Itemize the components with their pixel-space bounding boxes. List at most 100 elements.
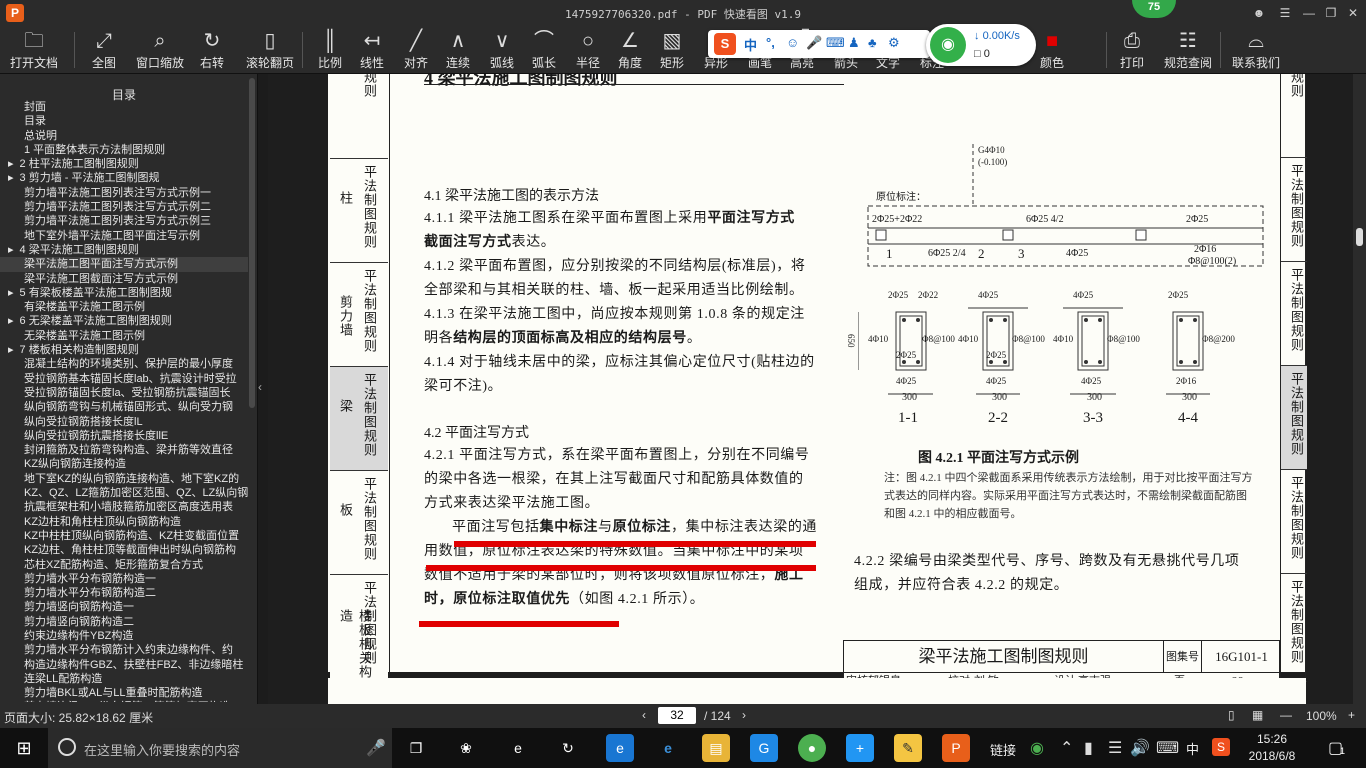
toolbar-zoomwin-button[interactable]: ⌕ 窗口缩放 bbox=[136, 26, 184, 74]
continuous-page-icon[interactable]: ▦ bbox=[1252, 708, 1263, 722]
toc-item[interactable]: 芯柱XZ配筋构造、矩形箍筋复合方式 bbox=[0, 558, 248, 572]
ime-punct[interactable]: °, bbox=[766, 35, 775, 50]
scroll-thumb[interactable] bbox=[1356, 228, 1363, 246]
page-input[interactable]: 32 bbox=[658, 707, 696, 724]
toc-item[interactable]: 受拉钢筋基本锚固长度lab、抗震设计时受拉 bbox=[0, 372, 248, 386]
ime-indicator[interactable]: 中 bbox=[1186, 739, 1199, 758]
network-speed-widget[interactable]: ◉ ↓ 0.00K/s □ 0 bbox=[926, 24, 1036, 66]
tray-link-label[interactable]: 链接 bbox=[990, 740, 1016, 759]
scroll-thumb[interactable] bbox=[249, 78, 255, 408]
toc-item[interactable]: 1 平面整体表示方法制图规则 bbox=[0, 143, 248, 157]
right-tab[interactable]: 规则 bbox=[1281, 74, 1307, 158]
left-tab[interactable]: 楼板相关构造 平法制图规则 bbox=[330, 575, 388, 682]
document-viewer[interactable]: 规则柱平法制图规则 剪力墙 平法制图规则梁平法制图规则板平法制图规则 楼板相关构造 平法… bbox=[268, 74, 1353, 704]
explorer-icon[interactable]: ▤ bbox=[702, 734, 730, 762]
close-button[interactable]: ✕ bbox=[1344, 4, 1362, 22]
expand-icon[interactable]: ▸ bbox=[8, 344, 14, 356]
left-tab[interactable]: 板平法制图规则 bbox=[330, 471, 388, 575]
toolbar-open-button[interactable]: 🗀 打开文档 bbox=[10, 26, 58, 74]
next-page-button[interactable]: › bbox=[742, 708, 746, 722]
pdf-viewer-taskbar-icon[interactable]: P bbox=[942, 734, 970, 762]
toc-item[interactable]: ▸ 7 楼板相关构造制图规则 bbox=[0, 343, 248, 357]
edge-icon[interactable]: e bbox=[606, 734, 634, 762]
expand-icon[interactable]: ▸ bbox=[8, 158, 14, 170]
toc-item[interactable]: 目录 bbox=[0, 114, 248, 128]
toc-item[interactable]: 剪力墙竖向钢筋构造二 bbox=[0, 615, 248, 629]
tray-expand-icon[interactable]: ⌃ bbox=[1060, 738, 1073, 758]
toolbar-contact-button[interactable]: ⌓ 联系我们 bbox=[1232, 26, 1280, 74]
toolbar-continuous-button[interactable]: ∧ 连续 bbox=[446, 26, 470, 74]
toc-item[interactable]: 剪力墙连梁LLK纵向钢筋、箍筋加密区构造 bbox=[0, 700, 248, 702]
tools-icon[interactable]: ⚙ bbox=[888, 35, 900, 51]
toolbar-rotate-button[interactable]: ↻ 右转 bbox=[200, 26, 224, 74]
toc-item[interactable]: KZ、QZ、LZ箍筋加密区范围、QZ、LZ纵向钢 bbox=[0, 486, 248, 500]
toolbar-scale-button[interactable]: ║ 比例 bbox=[318, 26, 342, 74]
expand-icon[interactable]: ▸ bbox=[8, 172, 14, 184]
toc-item[interactable]: 纵向受拉钢筋抗震搭接长度llE bbox=[0, 429, 248, 443]
app-icon[interactable]: G bbox=[750, 734, 778, 762]
toolbar-polyline-button[interactable]: ∨ 弧线 bbox=[490, 26, 514, 74]
fan-app-icon[interactable]: ❀ bbox=[452, 734, 480, 762]
toc-item[interactable]: 抗震框架柱和小墙肢箍筋加密区高度选用表 bbox=[0, 500, 248, 514]
clock-time[interactable]: 15:26 bbox=[1240, 732, 1304, 746]
left-tab[interactable]: 柱平法制图规则 bbox=[330, 159, 388, 263]
mic-icon[interactable]: 🎤 bbox=[366, 738, 386, 758]
expand-icon[interactable]: ▸ bbox=[8, 244, 14, 256]
toolbar-print-button[interactable]: ⎙ 打印 bbox=[1120, 26, 1144, 74]
left-tab[interactable]: 规则 bbox=[330, 74, 388, 159]
toc-item[interactable]: KZ边柱、角柱柱顶等截面伸出时纵向钢筋构 bbox=[0, 543, 248, 557]
network-icon[interactable]: ☰ bbox=[1108, 738, 1122, 758]
battery-icon[interactable]: ▮ bbox=[1084, 738, 1093, 758]
sogou-logo-icon[interactable]: S bbox=[714, 33, 736, 55]
right-tab[interactable]: 平法制图规则 bbox=[1281, 366, 1307, 470]
toolbar-angle-button[interactable]: ∠ 角度 bbox=[618, 26, 642, 74]
toc-item[interactable]: ▸ 4 梁平法施工图制图规则 bbox=[0, 243, 248, 257]
zoom-level[interactable]: 100% bbox=[1306, 709, 1337, 723]
clock-date[interactable]: 2018/6/8 bbox=[1240, 749, 1304, 763]
toc-item[interactable]: 无梁楼盖平法施工图示例 bbox=[0, 329, 248, 343]
collapse-sidebar-icon[interactable]: ‹ bbox=[258, 380, 268, 400]
emoji-icon[interactable]: ☺ bbox=[786, 35, 799, 50]
zoom-in-button[interactable]: + bbox=[1348, 708, 1355, 722]
toc-item[interactable]: 连梁LL配筋构造 bbox=[0, 672, 248, 686]
toc-item[interactable]: 纵向受拉钢筋搭接长度lL bbox=[0, 415, 248, 429]
toc-item[interactable]: 总说明 bbox=[0, 129, 248, 143]
task-view-icon[interactable]: ❐ bbox=[402, 734, 430, 762]
toolbar-radius-button[interactable]: ○ 半径 bbox=[576, 26, 600, 74]
expand-icon[interactable]: ▸ bbox=[8, 287, 14, 299]
toolbar-rect-button[interactable]: ▧ 矩形 bbox=[660, 26, 684, 74]
toc-item[interactable]: KZ纵向钢筋连接构造 bbox=[0, 457, 248, 471]
toc-item[interactable]: 剪力墙水平分布钢筋构造二 bbox=[0, 586, 248, 600]
toc-item[interactable]: 剪力墙水平分布钢筋构造一 bbox=[0, 572, 248, 586]
toc-item[interactable]: 梁平法施工图平面注写方式示例 bbox=[0, 257, 248, 272]
right-tab[interactable]: 平法制图规则 bbox=[1281, 158, 1307, 262]
windows-start-icon[interactable]: ⊞ bbox=[10, 734, 38, 762]
right-tab[interactable]: 平法制图规则 bbox=[1281, 470, 1307, 574]
keyboard-icon[interactable]: ⌨ bbox=[826, 35, 845, 51]
wechat-icon[interactable]: ● bbox=[798, 734, 826, 762]
qq-icon[interactable]: + bbox=[846, 734, 874, 762]
toc-item[interactable]: 地下室KZ的纵向钢筋连接构造、地下室KZ的 bbox=[0, 472, 248, 486]
prev-page-button[interactable]: ‹ bbox=[642, 708, 646, 722]
loading-app-icon[interactable]: ↻ bbox=[554, 734, 582, 762]
single-page-icon[interactable]: ▯ bbox=[1228, 708, 1235, 722]
toc-item[interactable]: 地下室外墙平法施工图平面注写示例 bbox=[0, 229, 248, 243]
menu-icon[interactable]: ☰ bbox=[1276, 4, 1294, 22]
toc-item[interactable]: 梁平法施工图截面注写方式示例 bbox=[0, 272, 248, 286]
zoom-out-button[interactable]: — bbox=[1280, 708, 1292, 722]
toc-item[interactable]: ▸ 5 有梁板楼盖平法施工图制图规 bbox=[0, 286, 248, 300]
toc-item[interactable]: 剪力墙竖向钢筋构造一 bbox=[0, 600, 248, 614]
minimize-button[interactable]: — bbox=[1300, 4, 1318, 22]
toc-item[interactable]: 纵向钢筋弯钩与机械锚固形式、纵向受力钢 bbox=[0, 400, 248, 414]
toc-item[interactable]: 剪力墙平法施工图列表注写方式示例三 bbox=[0, 214, 248, 228]
toc-item[interactable]: 封面 bbox=[0, 100, 248, 114]
toc-scrollbar[interactable] bbox=[248, 76, 256, 701]
mic-icon[interactable]: 🎤 bbox=[806, 35, 822, 51]
toc-item[interactable]: 受拉钢筋锚固长度la、受拉钢筋抗震锚固长 bbox=[0, 386, 248, 400]
notepad-icon[interactable]: ✎ bbox=[894, 734, 922, 762]
right-tab[interactable]: 平法制图规则 bbox=[1281, 262, 1307, 366]
taskbar-search-box[interactable]: 在这里输入你要搜索的内容 🎤 bbox=[48, 728, 392, 768]
expand-icon[interactable]: ▸ bbox=[8, 315, 14, 327]
toc-item[interactable]: ▸ 6 无梁楼盖平法施工图制图规则 bbox=[0, 314, 248, 328]
toc-item[interactable]: 封闭箍筋及拉筋弯钩构造、梁并筋等效直径 bbox=[0, 443, 248, 457]
